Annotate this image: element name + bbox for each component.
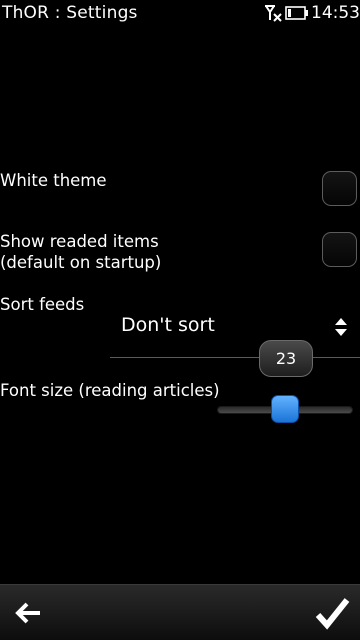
slider-value-bubble: 23 <box>259 340 313 377</box>
signal-off-icon <box>265 5 282 22</box>
sort-feeds-selector[interactable]: Don't sort <box>110 308 360 348</box>
show-readed-items-label-line1: Show readed items <box>0 232 159 251</box>
white-theme-label: White theme <box>0 171 107 190</box>
battery-icon <box>285 6 308 20</box>
back-arrow-icon[interactable] <box>8 593 48 633</box>
slider-handle[interactable] <box>271 395 299 423</box>
white-theme-checkbox[interactable] <box>322 171 357 206</box>
app-title: ThOR : Settings <box>2 3 138 23</box>
sort-feeds-label: Sort feeds <box>0 295 85 314</box>
font-size-slider[interactable] <box>217 395 353 425</box>
checkmark-icon[interactable] <box>312 593 352 633</box>
show-readed-items-label: Show readed items (default on startup) <box>0 231 161 273</box>
status-bar: ThOR : Settings 14:53 <box>0 0 360 26</box>
font-size-label: Font size (reading articles) <box>0 381 220 400</box>
sort-feeds-value: Don't sort <box>121 314 215 336</box>
divider <box>110 357 360 358</box>
bottom-toolbar <box>0 584 360 640</box>
up-down-arrows-icon <box>335 318 347 336</box>
show-readed-items-label-line2: (default on startup) <box>0 253 162 272</box>
show-readed-items-checkbox[interactable] <box>322 232 357 267</box>
clock: 14:53 <box>311 3 360 23</box>
